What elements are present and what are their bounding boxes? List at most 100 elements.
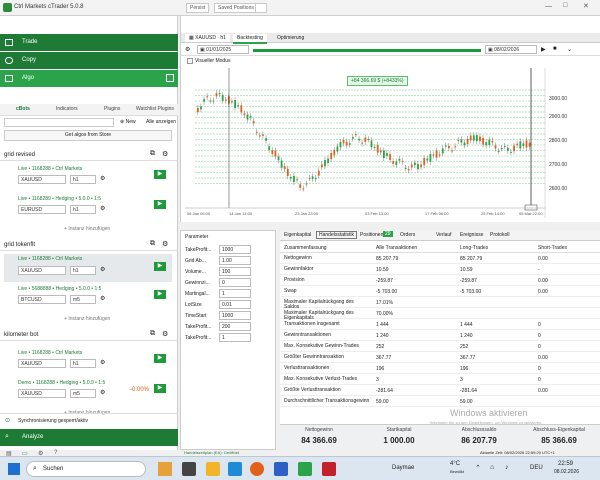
tab-history[interactable]: Verlauf — [436, 232, 452, 238]
tab-optimization[interactable]: Optimierung — [273, 34, 308, 42]
ctrader-taskbar-icon[interactable] — [298, 462, 312, 476]
parameter-input[interactable]: 0.01 — [219, 300, 251, 309]
tab-equity[interactable]: Eigenkapital — [284, 232, 311, 238]
share-icon[interactable]: ⧉ — [150, 240, 155, 248]
add-instance-link[interactable]: + Instanz hinzufügen — [64, 316, 110, 322]
share-icon[interactable]: ⧉ — [150, 150, 155, 158]
gear-icon[interactable]: ⚙ — [100, 359, 105, 366]
stop-icon[interactable]: ■ — [553, 46, 557, 52]
play-icon[interactable]: ▶ — [154, 354, 166, 363]
app-taskbar-icon[interactable] — [322, 462, 336, 476]
tab-log[interactable]: Protokoll — [490, 232, 509, 238]
gear-icon[interactable]: ⚙ — [100, 175, 105, 182]
date-from-input[interactable]: ▣ 01/01/2025 — [197, 45, 249, 54]
nav-analyze[interactable]: ⌕ Analyze — [0, 429, 178, 446]
list-item[interactable]: Live • 1168288 • Ctrl Markets XAUUSD h1 … — [4, 166, 172, 192]
gear-icon[interactable]: ⚙ — [100, 205, 105, 212]
tab-symbol-chart[interactable]: ▦ XAUUSD · h1 — [185, 34, 230, 42]
symbol-select[interactable]: EURUSD — [18, 205, 66, 214]
settings-icon[interactable]: ⚙ — [162, 240, 168, 248]
play-icon[interactable]: ▶ — [154, 170, 166, 179]
parameter-input[interactable]: 1 — [219, 289, 251, 298]
date-to-input[interactable]: ▣ 08/02/2026 — [485, 45, 537, 54]
visual-mode-row[interactable]: Visueller Modus — [181, 57, 600, 67]
settings-icon[interactable]: ⚙ — [185, 46, 190, 53]
firefox-icon[interactable] — [250, 462, 264, 476]
list-item[interactable]: Live • 1168289 • Hedging • 5.0.0 • 1:5 E… — [4, 196, 172, 222]
saved-positions-button[interactable]: Saved Positions — [214, 3, 258, 13]
maximize-icon[interactable]: □ — [563, 2, 567, 9]
parameter-input[interactable]: 100 — [219, 267, 251, 276]
clock-date[interactable]: 08.02.2026 — [554, 469, 579, 475]
group-header[interactable]: kilometer bot ⧉ ⚙ — [0, 330, 178, 341]
edge-icon[interactable] — [228, 462, 242, 476]
play-icon[interactable]: ▶ — [154, 384, 166, 393]
parameter-input[interactable]: 1000 — [219, 311, 251, 320]
settings-icon[interactable]: ⚙ — [162, 150, 168, 158]
tab-plugins[interactable]: Plugins — [104, 106, 120, 112]
group-header[interactable]: grid tokenflt ⧉ ⚙ — [0, 240, 178, 251]
new-button[interactable]: ⊕ New — [120, 119, 136, 125]
minimize-icon[interactable]: — — [545, 3, 552, 10]
timeframe-select[interactable]: h1 — [70, 205, 96, 214]
play-icon[interactable]: ▶ — [541, 46, 546, 53]
add-instance-link[interactable]: + Instanz hinzufügen — [64, 226, 110, 232]
windows-start-icon[interactable] — [8, 463, 20, 475]
layout-icon[interactable] — [255, 3, 267, 13]
symbol-select[interactable]: XAUUSD — [18, 175, 66, 184]
file-explorer-icon[interactable] — [206, 462, 220, 476]
tab-events[interactable]: Ereignisse — [460, 232, 483, 238]
list-item[interactable]: Live • 5688888 • Hedging • 5.0.0 • 1:5 B… — [4, 286, 172, 312]
algo-search-input[interactable] — [4, 118, 114, 127]
share-icon[interactable]: ⧉ — [150, 330, 155, 338]
algo-expand-icon[interactable] — [166, 74, 174, 82]
group-header[interactable]: grid revised ⧉ ⚙ — [0, 150, 178, 161]
play-icon[interactable]: ▶ — [154, 262, 166, 271]
timeframe-select[interactable]: h1 — [70, 359, 96, 368]
sync-row[interactable]: ⊙ Synchronisierung gesperrt/aktiv — [0, 413, 178, 427]
tab-indicators[interactable]: Indicators — [56, 106, 78, 112]
tab-positions[interactable]: Positionen — [360, 232, 383, 238]
symbol-select[interactable]: XAUUSD — [18, 359, 66, 368]
taskbar-search[interactable]: ⌕ Suchen — [26, 461, 146, 477]
nav-trade[interactable]: Trade — [0, 34, 178, 51]
timeframe-select[interactable]: h1 — [70, 175, 96, 184]
parameter-input[interactable]: 1000 — [219, 245, 251, 254]
candlestick-chart[interactable] — [185, 68, 597, 218]
clock-time[interactable]: 22:59 — [558, 461, 573, 467]
tab-watchlist-plugins[interactable]: Watchlist Plugins — [136, 106, 174, 112]
timeframe-select[interactable]: h1 — [70, 266, 96, 275]
language-indicator[interactable]: DEU — [530, 465, 543, 471]
symbol-select[interactable]: BTCUSD — [18, 295, 66, 304]
persist-button[interactable]: Persist — [186, 3, 210, 13]
symbol-select[interactable]: XAUUSD — [18, 266, 66, 275]
network-icon[interactable]: ⌂ — [490, 464, 494, 471]
get-algos-button[interactable]: Get algos from Store — [4, 130, 172, 141]
symbol-select[interactable]: XAUUSD — [18, 389, 66, 398]
settings-icon[interactable]: ⚙ — [162, 330, 168, 338]
gear-icon[interactable]: ⚙ — [100, 266, 105, 273]
play-icon[interactable]: ▶ — [154, 200, 166, 209]
news-widget-icon[interactable] — [158, 462, 172, 476]
nav-algo[interactable]: Algo — [0, 70, 178, 87]
tab-trade-statistics[interactable]: Handelsstatistik — [316, 231, 358, 239]
list-item[interactable]: Live • 1168288 • Ctrl Markets XAUUSD h1 … — [4, 350, 172, 376]
show-all-button[interactable]: Alle anzeigen — [146, 119, 176, 125]
list-item[interactable]: Live • 1168288 • Ctrl Markets XAUUSD h1 … — [4, 254, 172, 282]
gear-icon[interactable]: ⚙ — [100, 295, 105, 302]
tab-cbots[interactable]: cBots — [16, 106, 30, 112]
gear-icon[interactable]: ⚙ — [100, 389, 105, 396]
tab-orders[interactable]: Orders — [400, 232, 415, 238]
chevron-down-icon[interactable]: ⌄ — [567, 46, 572, 53]
visual-mode-checkbox[interactable] — [187, 58, 193, 64]
tray-chevron-icon[interactable]: ⌃ — [475, 464, 481, 472]
task-view-icon[interactable] — [182, 462, 196, 476]
word-icon[interactable] — [274, 462, 288, 476]
close-icon[interactable]: ✕ — [583, 2, 589, 10]
nav-copy[interactable]: Copy — [0, 52, 178, 69]
play-icon[interactable]: ▶ — [154, 290, 166, 299]
volume-icon[interactable]: ♪ — [505, 464, 509, 471]
timeframe-select[interactable]: m5 — [70, 295, 96, 304]
timeframe-select[interactable]: m5 — [70, 389, 96, 398]
parameter-input[interactable]: 0 — [219, 278, 251, 287]
